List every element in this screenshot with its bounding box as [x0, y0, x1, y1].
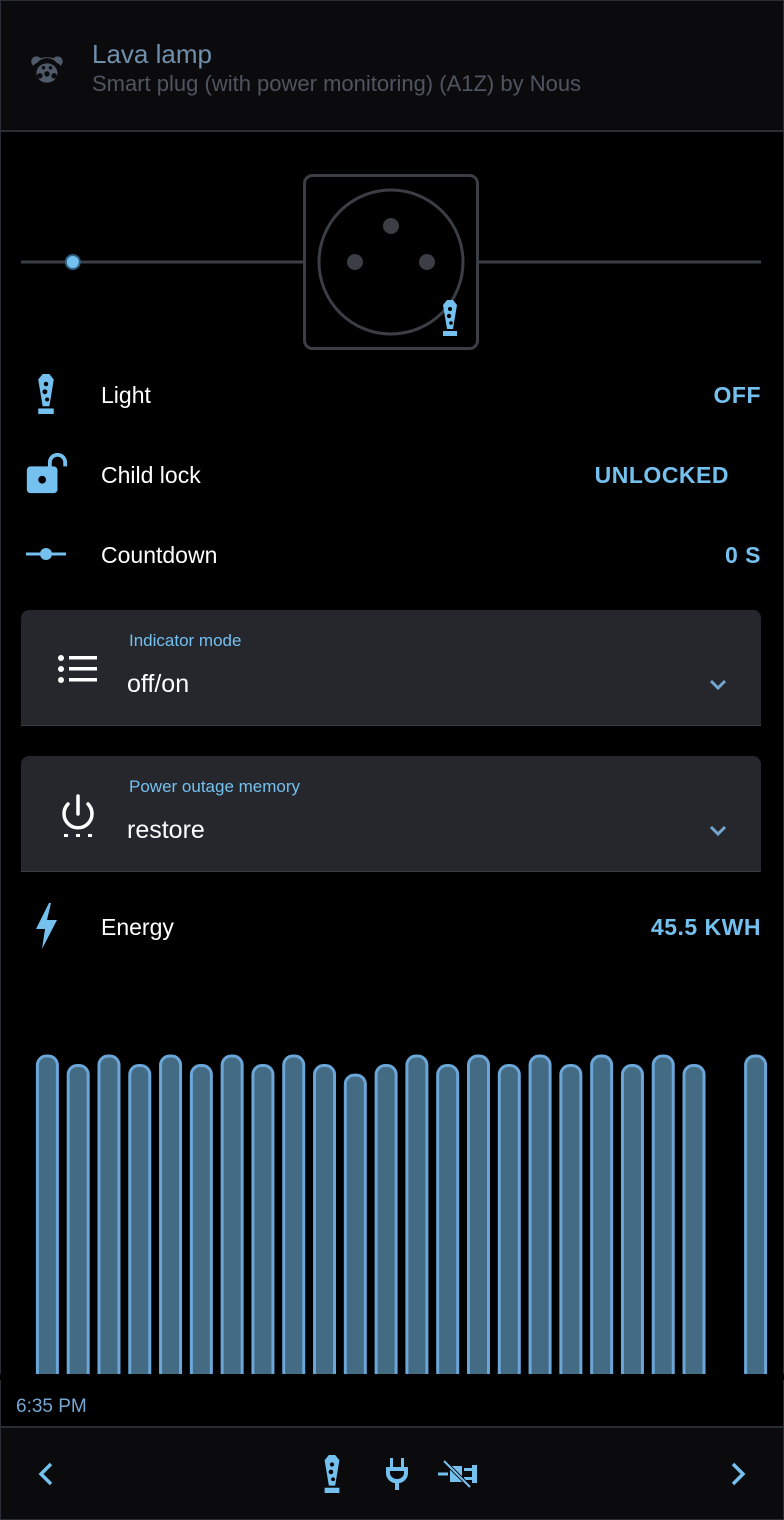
chart-bar: [405, 1054, 429, 1380]
child-lock-label: Child lock: [101, 462, 201, 488]
teddy-bear-icon: [31, 56, 63, 83]
chart-bar: [374, 1064, 398, 1380]
lava-lamp-icon[interactable]: [310, 1452, 354, 1496]
indicator-mode-label: Indicator mode: [129, 631, 242, 650]
countdown-label: Countdown: [101, 542, 218, 568]
socket-hole-left: [347, 254, 363, 270]
child-lock-state[interactable]: UNLOCKED: [595, 462, 729, 489]
energy-chart: [0, 1054, 784, 1380]
light-row[interactable]: Light OFF: [0, 364, 784, 424]
chart-bar: [159, 1054, 183, 1380]
chart-time-label: 6:35 PM: [16, 1396, 87, 1417]
lava-lamp-icon: [22, 372, 70, 416]
chart-bar: [251, 1064, 275, 1380]
socket-hole-right: [419, 254, 435, 270]
device-subtitle: Smart plug (with power monitoring) (A1Z)…: [92, 71, 582, 96]
indicator-mode-value: off/on: [127, 670, 190, 698]
chart-bar: [343, 1073, 367, 1380]
chart-bar: [220, 1054, 244, 1380]
chart-bar: [466, 1054, 490, 1380]
energy-label: Energy: [101, 914, 174, 940]
header: Lava lamp Smart plug (with power monitor…: [1, 1, 783, 132]
chart-bar: [620, 1064, 644, 1380]
chart-bar: [35, 1054, 59, 1380]
chart-bar: [559, 1064, 583, 1380]
chevron-down-icon[interactable]: [707, 824, 729, 838]
bottom-bar: [1, 1426, 783, 1519]
power-plug-icon[interactable]: [375, 1452, 419, 1496]
countdown-row[interactable]: Countdown 0 S: [0, 524, 784, 584]
energy-row[interactable]: Energy 45.5 KWH: [0, 896, 784, 956]
power-outage-memory-select[interactable]: Power outage memory restore: [21, 756, 761, 872]
chart-bar: [282, 1054, 306, 1380]
child-lock-row[interactable]: Child lock UNLOCKED: [0, 444, 784, 504]
lock-open-icon: [22, 452, 70, 496]
chevron-right-icon[interactable]: [723, 1458, 751, 1490]
chart-bar: [66, 1064, 90, 1380]
chart-bar: [189, 1064, 213, 1380]
power-plug-off-icon[interactable]: [435, 1452, 479, 1496]
light-label: Light: [101, 382, 151, 408]
power-outage-memory-label: Power outage memory: [129, 777, 301, 796]
socket-control[interactable]: [0, 172, 784, 352]
chart-bar: [97, 1054, 121, 1380]
power-outage-memory-value: restore: [127, 816, 205, 844]
chart-bar: [313, 1064, 337, 1380]
chart-bar: [590, 1054, 614, 1380]
power-icon: [62, 794, 94, 837]
slider-knob: [64, 254, 81, 270]
chart-bar: [528, 1054, 552, 1380]
indicator-mode-select[interactable]: Indicator mode off/on: [21, 610, 761, 726]
chevron-left-icon[interactable]: [33, 1458, 61, 1490]
chart-bar: [744, 1054, 768, 1380]
chart-bar: [651, 1054, 675, 1380]
socket-ground-pin: [383, 218, 399, 234]
chevron-down-icon[interactable]: [707, 678, 729, 692]
chart-bar: [436, 1064, 460, 1380]
chart-bar: [682, 1064, 706, 1380]
list-icon: [58, 655, 97, 683]
chart-bar: [497, 1064, 521, 1380]
chart-bar: [128, 1064, 152, 1380]
page-title: Lava lamp: [92, 39, 212, 69]
energy-value[interactable]: 45.5 KWH: [651, 914, 761, 941]
slider-icon: [22, 532, 70, 576]
light-state[interactable]: OFF: [714, 382, 762, 409]
chart-baseline-mask: [0, 1374, 784, 1380]
lightning-bolt-icon: [22, 903, 70, 949]
countdown-value[interactable]: 0 S: [725, 542, 761, 569]
